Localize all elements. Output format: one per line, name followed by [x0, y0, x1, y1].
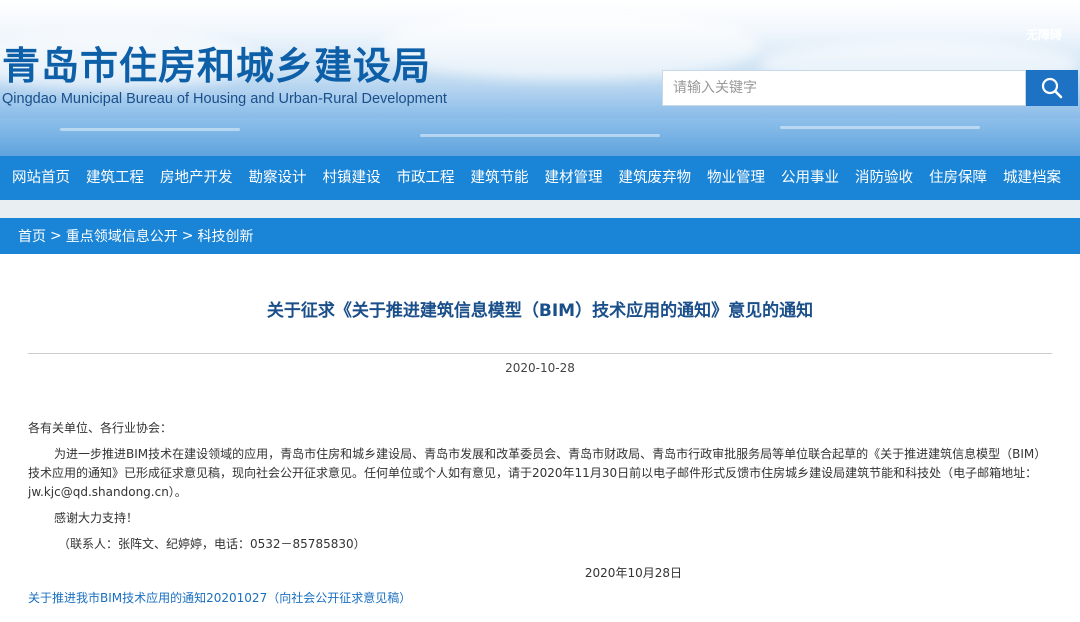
attachment-link[interactable]: 关于推进我市BIM技术应用的通知20201027（向社会公开征求意见稿）: [28, 590, 411, 607]
nav-item-utilities[interactable]: 公用事业: [773, 156, 847, 200]
search-box: [662, 70, 1026, 106]
breadcrumb-tech-innovation[interactable]: 科技创新: [197, 226, 253, 246]
article-greeting: 各有关单位、各行业协会：: [28, 421, 173, 435]
nav-item-home[interactable]: 网站首页: [4, 156, 78, 200]
nav-item-real-estate[interactable]: 房地产开发: [152, 156, 241, 200]
header-wave: [780, 126, 980, 129]
header-wave: [60, 128, 240, 131]
nav-item-survey-design[interactable]: 勘察设计: [241, 156, 315, 200]
accessibility-link[interactable]: 无障碍: [1026, 27, 1062, 43]
breadcrumb-home[interactable]: 首页: [18, 226, 46, 246]
nav-item-fire-acceptance[interactable]: 消防验收: [847, 156, 921, 200]
search-button[interactable]: [1026, 70, 1078, 106]
breadcrumb-separator: >: [50, 228, 62, 244]
article-title: 关于征求《关于推进建筑信息模型（BIM）技术应用的通知》意见的通知: [266, 301, 814, 321]
breadcrumb-separator: >: [181, 228, 194, 244]
search-icon: [1041, 77, 1063, 99]
nav-item-housing-security[interactable]: 住房保障: [921, 156, 995, 200]
nav-item-materials[interactable]: 建材管理: [537, 156, 611, 200]
article-main-paragraph: 为进一步推进BIM技术在建设领域的应用，青岛市住房和城乡建设局、青岛市发展和改革…: [28, 447, 1047, 499]
site-logo-title[interactable]: 青岛市住房和城乡建设局: [2, 44, 431, 88]
breadcrumb: 首页 > 重点领域信息公开 > 科技创新: [0, 218, 1080, 254]
nav-item-property[interactable]: 物业管理: [699, 156, 773, 200]
nav-item-energy-saving[interactable]: 建筑节能: [463, 156, 537, 200]
article-contact: （联系人：张阵文、纪婷婷，电话：0532－85785830）: [58, 537, 366, 551]
site-logo-subtitle: Qingdao Municipal Bureau of Housing and …: [2, 91, 447, 107]
nav-item-waste[interactable]: 建筑废弃物: [611, 156, 700, 200]
nav-item-construction[interactable]: 建筑工程: [78, 156, 152, 200]
title-divider: [28, 353, 1052, 354]
nav-item-village-town[interactable]: 村镇建设: [315, 156, 389, 200]
article-date: 2020-10-28: [505, 361, 575, 375]
header-wave: [420, 134, 660, 137]
breadcrumb-key-info[interactable]: 重点领域信息公开: [66, 226, 178, 246]
header-water-band: [0, 118, 1080, 156]
article-sign-date: 2020年10月28日: [584, 566, 682, 580]
nav-item-municipal[interactable]: 市政工程: [389, 156, 463, 200]
search-input[interactable]: [663, 71, 1025, 105]
nav-item-archives[interactable]: 城建档案: [995, 156, 1069, 200]
article-thanks: 感谢大力支持！: [54, 511, 139, 525]
main-nav: 网站首页 建筑工程 房地产开发 勘察设计 村镇建设 市政工程 建筑节能 建材管理…: [0, 156, 1080, 200]
page: 青岛市住房和城乡建设局 Qingdao Municipal Bureau of …: [0, 0, 1080, 622]
article-panel: 首页 > 重点领域信息公开 > 科技创新 关于征求《关于推进建筑信息模型（BIM…: [0, 218, 1080, 622]
